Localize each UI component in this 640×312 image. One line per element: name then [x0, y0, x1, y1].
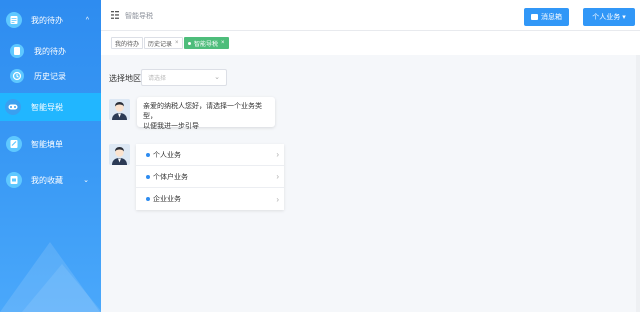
sidebar-item-label: 智能填单: [31, 139, 63, 149]
todo-doc-icon: [9, 43, 25, 59]
sidebar-item-label: 历史记录: [34, 71, 66, 81]
todo-list-icon: [6, 12, 22, 28]
page-title: 智能导税: [125, 13, 153, 20]
option-label: 个体户业务: [153, 173, 188, 181]
assistant-avatar: [109, 144, 130, 165]
chevron-down-icon: ⌄: [214, 74, 220, 81]
sidebar-item-label: 我的待办: [34, 46, 66, 56]
sidebar-item-todo-group[interactable]: 我的待办 ^: [0, 10, 101, 30]
assistant-avatar: [109, 99, 130, 120]
sidebar: 我的待办 ^ 我的待办 历史记录 智能导税 智能填单 我的收藏 ⌄: [0, 0, 101, 312]
form-fill-icon: [6, 136, 22, 152]
personal-business-dropdown[interactable]: 个人业务 ▾: [583, 8, 635, 26]
favorites-icon: [6, 172, 22, 188]
tab-my-todo[interactable]: 我的待办: [111, 37, 144, 49]
sidebar-item-label: 我的收藏: [31, 175, 63, 185]
menu-toggle-icon[interactable]: [111, 11, 119, 19]
chevron-right-icon: ›: [276, 150, 279, 159]
sidebar-item-tax-guide[interactable]: 智能导税: [0, 93, 101, 121]
sidebar-item-favorites[interactable]: 我的收藏 ⌄: [0, 170, 101, 190]
tab-label: 智能导税: [194, 41, 219, 48]
region-select[interactable]: 请选择 ⌄: [141, 69, 227, 86]
bullet-icon: [146, 197, 150, 201]
option-enterprise-business[interactable]: 企业业务 ›: [136, 188, 284, 210]
message-box-button[interactable]: 消息箱: [524, 8, 569, 26]
tax-guide-icon: [5, 99, 21, 115]
sidebar-item-todo[interactable]: 我的待办: [0, 42, 101, 60]
bullet-icon: [146, 152, 150, 157]
chevron-right-icon: ›: [276, 172, 279, 181]
sidebar-item-label: 我的待办: [31, 15, 63, 25]
sidebar-item-history[interactable]: 历史记录: [0, 67, 101, 85]
business-options-list: 个人业务 › 个体户业务 › 企业业务 ›: [136, 144, 284, 210]
region-label: 选择地区: [109, 74, 141, 83]
tabs-bar: 我的待办 历史记录 × 智能导税 ×: [101, 31, 640, 55]
option-label: 个人业务: [153, 151, 181, 159]
top-header: 智能导税 消息箱 个人业务 ▾: [101, 0, 640, 31]
chevron-right-icon: ›: [276, 194, 279, 204]
tab-label: 我的待办: [115, 41, 140, 48]
history-icon: [9, 68, 25, 84]
tab-label: 历史记录: [148, 41, 173, 48]
greeting-bubble: 亲爱的纳税人您好，请选择一个业务类型， 以便我进一步引导: [137, 97, 275, 130]
option-label: 企业业务: [153, 196, 181, 203]
greeting-text-line2: 以便我进一步引导: [143, 123, 199, 130]
close-icon[interactable]: ×: [175, 40, 179, 46]
sidebar-item-label: 智能导税: [31, 102, 63, 112]
message-box-label: 消息箱: [541, 14, 562, 21]
sidebar-item-form-fill[interactable]: 智能填单: [0, 134, 101, 154]
bullet-icon: [146, 174, 150, 179]
close-icon[interactable]: ×: [221, 40, 225, 46]
active-dot-icon: [188, 41, 191, 45]
option-personal-business[interactable]: 个人业务 ›: [136, 144, 284, 166]
vertical-scrollbar[interactable]: [636, 55, 640, 312]
chevron-down-icon: ⌄: [83, 177, 89, 184]
sidebar-decoration: [22, 264, 101, 312]
option-individual-business[interactable]: 个体户业务 ›: [136, 166, 284, 188]
region-placeholder: 请选择: [148, 76, 167, 82]
tab-tax-guide[interactable]: 智能导税 ×: [184, 37, 229, 49]
tab-history[interactable]: 历史记录 ×: [144, 37, 183, 49]
personal-business-label: 个人业务 ▾: [592, 14, 626, 21]
chevron-up-icon: ^: [85, 16, 89, 24]
message-icon: [531, 14, 538, 20]
greeting-text-line1: 亲爱的纳税人您好，请选择一个业务类型，: [143, 103, 262, 120]
